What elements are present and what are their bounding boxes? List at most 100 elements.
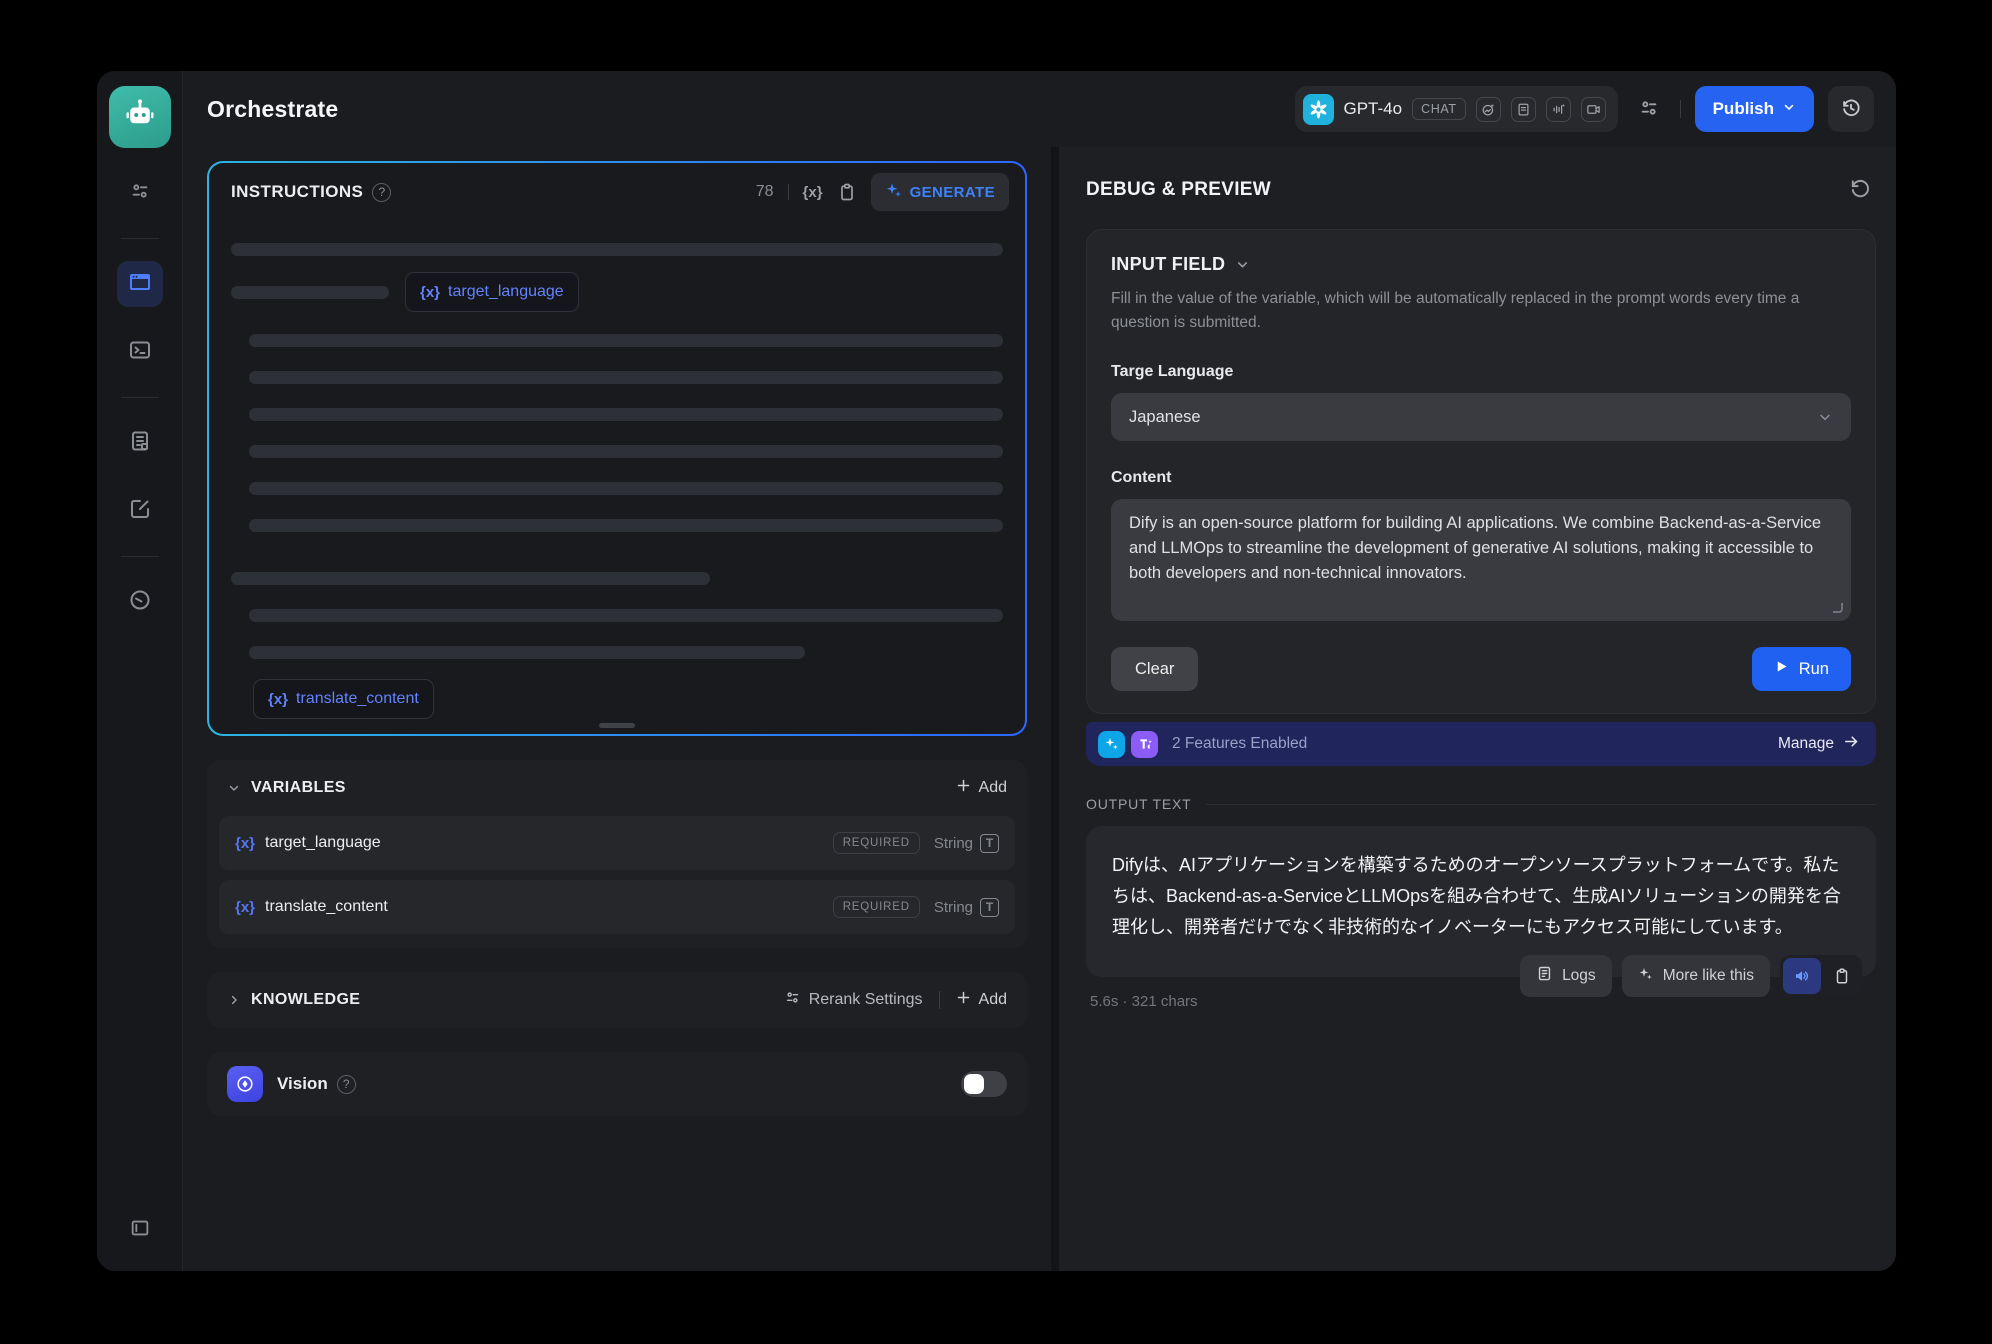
debug-preview-pane: DEBUG & PREVIEW INPUT FIELD — [1059, 147, 1896, 1271]
variables-section: VARIABLES Add {x} target_lang — [207, 760, 1027, 948]
instructions-panel: INSTRUCTIONS ? 78 {x} — [207, 161, 1027, 736]
audio-actions-group — [1780, 955, 1862, 997]
model-parameters-button[interactable] — [1632, 92, 1666, 126]
insert-variable-button[interactable]: {x} — [803, 184, 823, 201]
features-bar[interactable]: 2 Features Enabled Manage — [1086, 722, 1876, 766]
history-clock-icon — [1840, 97, 1862, 122]
sliders-icon — [1638, 97, 1660, 122]
variable-row[interactable]: {x} translate_content REQUIRED String T — [219, 880, 1015, 934]
vision-toggle[interactable] — [961, 1071, 1007, 1097]
variable-token-target-language[interactable]: {x} target_language — [405, 272, 579, 312]
rerank-sliders-icon — [784, 989, 801, 1011]
output-text-title: OUTPUT TEXT — [1086, 796, 1192, 812]
input-field-header[interactable]: INPUT FIELD — [1111, 254, 1851, 275]
prompt-skeleton-line — [231, 286, 389, 299]
help-icon[interactable]: ? — [372, 183, 391, 202]
generate-button[interactable]: GENERATE — [871, 173, 1009, 211]
collapse-sidebar-button[interactable] — [117, 1207, 163, 1253]
variable-icon: {x} — [235, 899, 255, 916]
target-language-value: Japanese — [1129, 408, 1201, 427]
prompt-skeleton-line — [249, 519, 1003, 532]
chevron-down-icon — [1235, 257, 1250, 272]
more-like-this-button[interactable]: More like this — [1622, 955, 1770, 997]
sparkle-icon — [1638, 966, 1654, 987]
chevron-down-icon[interactable] — [227, 781, 241, 795]
generate-label: GENERATE — [910, 184, 995, 201]
resize-handle[interactable] — [599, 723, 635, 728]
target-language-label: Targe Language — [1111, 363, 1851, 381]
sparkle-icon — [885, 182, 902, 203]
edit-square-icon — [128, 497, 152, 526]
target-language-select[interactable]: Japanese — [1111, 393, 1851, 441]
add-variable-button[interactable]: Add — [956, 778, 1007, 798]
top-bar: Orchestrate — [183, 71, 1896, 147]
chevron-down-icon — [1782, 99, 1796, 119]
header-divider — [1680, 100, 1681, 118]
variable-icon: {x} — [235, 835, 255, 852]
variable-row[interactable]: {x} target_language REQUIRED String T — [219, 816, 1015, 870]
copy-output-button[interactable] — [1825, 958, 1859, 994]
openai-logo-icon — [1303, 94, 1334, 125]
orchestrate-pane: INSTRUCTIONS ? 78 {x} — [183, 147, 1051, 1271]
sidebar-item-orchestrate[interactable] — [117, 261, 163, 307]
knowledge-title: KNOWLEDGE — [251, 991, 360, 1009]
pane-resize-gutter[interactable] — [1051, 147, 1059, 1271]
variable-type: String T — [934, 898, 999, 917]
plus-icon — [956, 990, 971, 1010]
variable-token-translate-content[interactable]: {x} translate_content — [253, 679, 434, 719]
window-icon — [128, 270, 152, 299]
chevron-right-icon[interactable] — [227, 993, 241, 1007]
video-capability-icon — [1581, 97, 1606, 122]
robot-icon — [122, 97, 158, 138]
sidebar-item-settings[interactable] — [117, 170, 163, 216]
gauge-icon — [128, 588, 152, 617]
sliders-icon — [129, 180, 151, 207]
clear-button[interactable]: Clear — [1111, 647, 1198, 691]
vision-icon — [227, 1066, 263, 1102]
prompt-skeleton-line — [231, 572, 710, 585]
text-to-speech-feature-icon — [1131, 731, 1158, 758]
prompt-editor[interactable]: {x} target_language — [209, 221, 1025, 734]
prompt-skeleton-line — [249, 408, 1003, 421]
model-selector[interactable]: GPT-4o CHAT — [1295, 86, 1618, 132]
document-list-icon — [128, 429, 152, 458]
variable-type: String T — [934, 834, 999, 853]
sidebar-item-monitoring[interactable] — [117, 579, 163, 625]
add-knowledge-button[interactable]: Add — [956, 990, 1007, 1010]
arrow-right-icon — [1843, 733, 1860, 755]
output-card: Difyは、AIアプリケーションを構築するためのオープンソースプラットフォームで… — [1086, 826, 1876, 977]
sidebar-item-logs[interactable] — [117, 420, 163, 466]
terminal-icon — [128, 338, 152, 367]
copy-prompt-button[interactable] — [837, 182, 857, 202]
required-badge: REQUIRED — [833, 832, 920, 854]
chevron-down-icon — [1817, 409, 1833, 425]
speaker-button[interactable] — [1783, 958, 1821, 994]
restart-debug-button[interactable] — [1842, 173, 1876, 207]
vision-section: Vision ? — [207, 1052, 1027, 1116]
run-button[interactable]: Run — [1752, 647, 1851, 691]
logs-icon — [1536, 965, 1553, 987]
manage-features-button[interactable]: Manage — [1778, 733, 1860, 755]
publish-button[interactable]: Publish — [1695, 86, 1814, 132]
prompt-skeleton-line — [249, 334, 1003, 347]
model-name: GPT-4o — [1344, 99, 1403, 119]
plus-icon — [956, 778, 971, 798]
help-icon[interactable]: ? — [337, 1075, 356, 1094]
prompt-skeleton-line — [231, 243, 1003, 256]
output-divider — [1206, 804, 1876, 805]
history-button[interactable] — [1828, 86, 1874, 132]
knowledge-section: KNOWLEDGE Rerank Settings — [207, 972, 1027, 1028]
textarea-resize-handle[interactable] — [1833, 603, 1843, 613]
app-avatar[interactable] — [109, 86, 171, 148]
sidebar-divider — [121, 238, 159, 239]
logs-button[interactable]: Logs — [1520, 955, 1612, 997]
content-textarea[interactable]: Dify is an open-source platform for buil… — [1111, 499, 1851, 621]
prompt-skeleton-line — [249, 482, 1003, 495]
rerank-settings-button[interactable]: Rerank Settings — [784, 989, 923, 1011]
char-count: 78 — [756, 183, 774, 201]
sidebar-item-annotation[interactable] — [117, 488, 163, 534]
prompt-skeleton-line — [249, 646, 805, 659]
vision-capability-icon — [1476, 97, 1501, 122]
string-type-icon: T — [980, 898, 999, 917]
sidebar-item-terminal[interactable] — [117, 329, 163, 375]
